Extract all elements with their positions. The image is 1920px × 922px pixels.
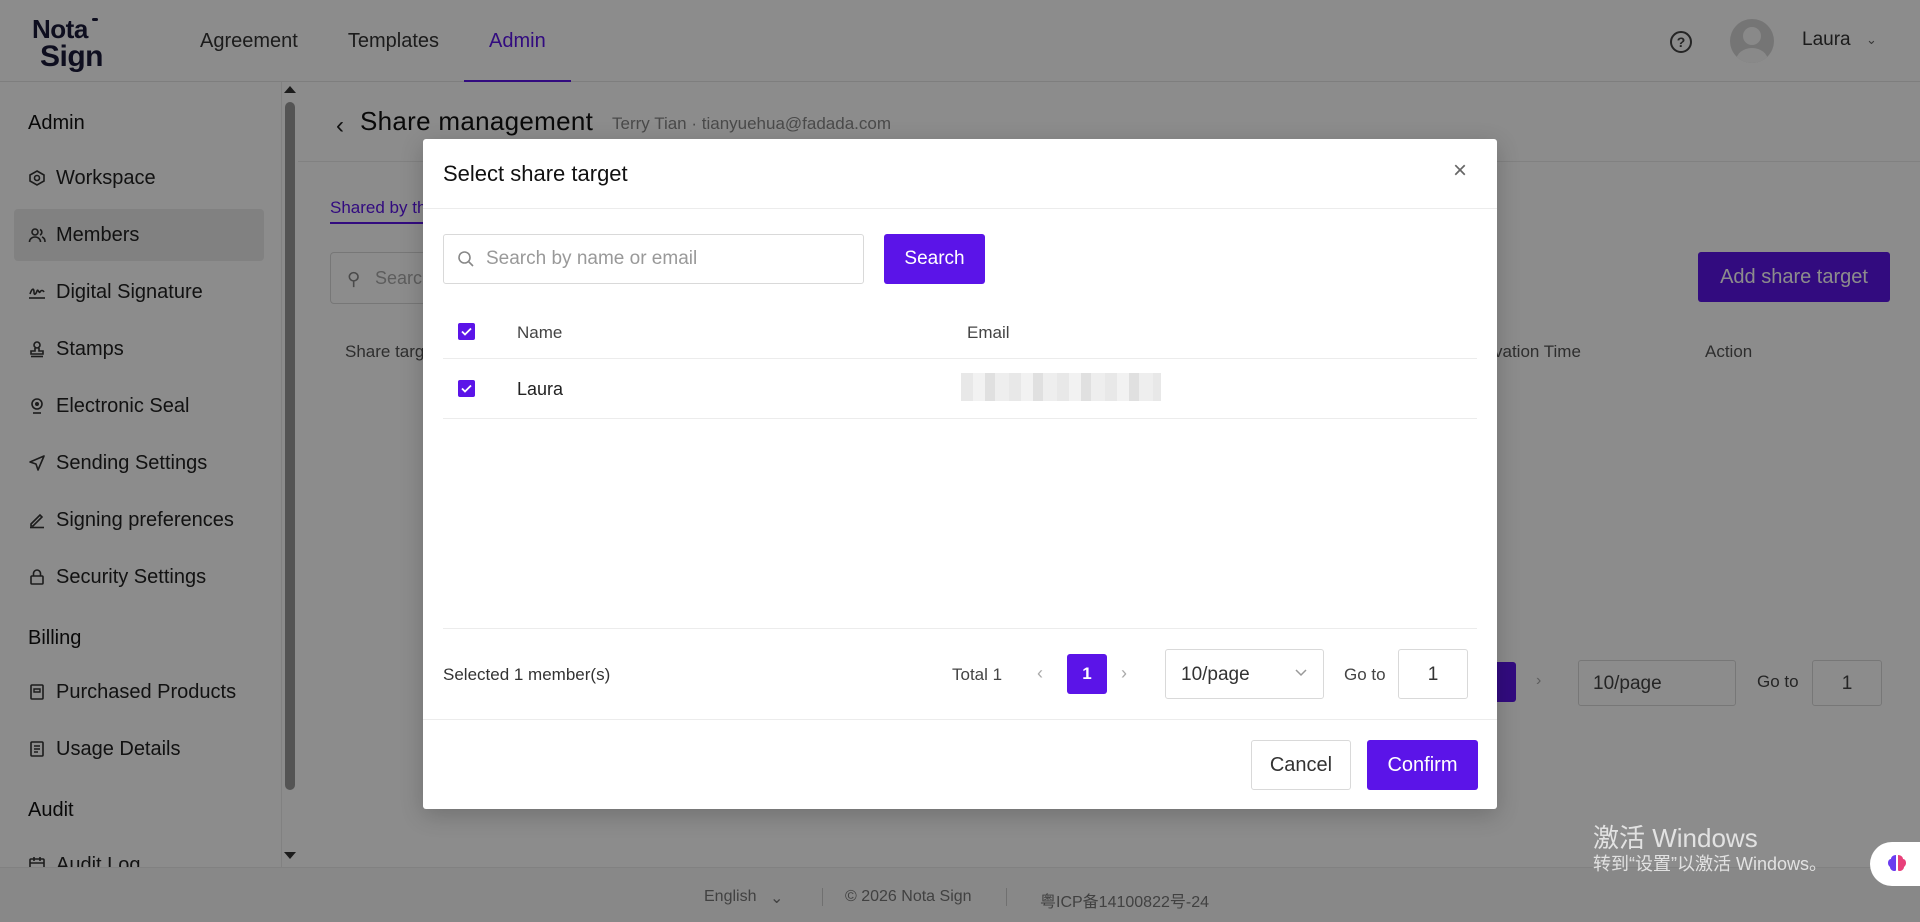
close-icon[interactable]: × [1453,159,1467,183]
table-bottom-divider [443,628,1477,629]
windows-activation-hint: 转到“设置”以激活 Windows。 [1593,854,1828,874]
redacted-email [961,373,1161,401]
total-count: Total 1 [952,665,1003,684]
checkmark-icon [461,384,472,393]
search-input[interactable] [486,243,856,275]
checkmark-icon [461,327,472,336]
cancel-button[interactable]: Cancel [1251,740,1351,790]
member-search-field[interactable] [443,234,864,284]
members-table-header: Name Email [443,305,1477,359]
prev-page-icon[interactable]: ‹ [1037,663,1043,684]
select-all-checkbox[interactable] [458,323,475,340]
row-checkbox[interactable] [458,380,475,397]
brain-icon [1888,855,1906,871]
goto-page-input[interactable]: 1 [1398,649,1468,699]
select-share-target-dialog: Select share target × Search Name Email … [423,139,1497,809]
dialog-header: Select share target × [423,139,1497,209]
assistant-floating-button[interactable] [1870,842,1920,886]
column-header-email: Email [967,323,1010,342]
search-icon [457,250,475,273]
goto-label: Go to [1344,665,1386,684]
table-row[interactable]: Laura [443,359,1477,419]
page-size-value: 10/page [1181,664,1250,685]
chevron-down-icon [1294,665,1308,684]
selected-count: Selected 1 member(s) [443,665,611,684]
dialog-footer-divider [423,719,1497,720]
dialog-title: Select share target [443,161,628,186]
member-name: Laura [517,379,564,399]
column-header-name: Name [517,323,563,342]
search-button[interactable]: Search [884,234,985,284]
confirm-button[interactable]: Confirm [1367,740,1478,790]
page-size-select[interactable]: 10/page [1165,649,1324,699]
next-page-icon[interactable]: › [1121,663,1127,684]
page-button-current[interactable]: 1 [1067,654,1107,694]
